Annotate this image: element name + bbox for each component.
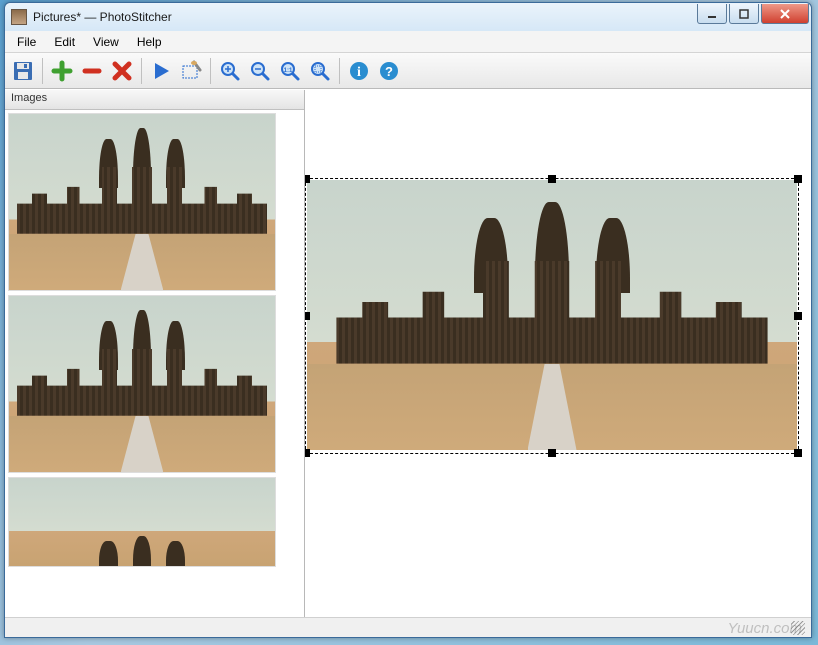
crop-handle-bl[interactable] bbox=[305, 449, 310, 457]
add-button[interactable] bbox=[48, 57, 76, 85]
window-controls bbox=[697, 4, 809, 24]
images-panel: Images bbox=[5, 90, 305, 617]
images-panel-header: Images bbox=[5, 90, 304, 110]
zoom-actual-icon: 1:1 bbox=[279, 60, 301, 82]
menu-file[interactable]: File bbox=[9, 33, 44, 51]
workarea: Images bbox=[5, 89, 811, 617]
canvas[interactable] bbox=[305, 90, 811, 617]
crop-button[interactable] bbox=[177, 57, 205, 85]
crop-handle-tm[interactable] bbox=[548, 175, 556, 183]
minus-icon bbox=[81, 60, 103, 82]
zoom-actual-button[interactable]: 1:1 bbox=[276, 57, 304, 85]
stitch-button[interactable] bbox=[147, 57, 175, 85]
thumbnail-item[interactable] bbox=[8, 113, 276, 291]
toolbar-separator bbox=[141, 58, 142, 84]
remove-button[interactable] bbox=[78, 57, 106, 85]
app-icon bbox=[11, 9, 27, 25]
thumbnail-list[interactable] bbox=[5, 110, 304, 617]
svg-text:?: ? bbox=[385, 64, 393, 79]
crop-handle-tr[interactable] bbox=[794, 175, 802, 183]
toolbar: 1:1 i ? bbox=[5, 53, 811, 89]
thumbnail-item[interactable] bbox=[8, 477, 276, 567]
resize-grip[interactable] bbox=[791, 621, 805, 635]
crop-handle-bm[interactable] bbox=[548, 449, 556, 457]
save-icon bbox=[12, 60, 34, 82]
zoom-fit-icon bbox=[309, 60, 331, 82]
crop-handle-mr[interactable] bbox=[794, 312, 802, 320]
titlebar[interactable]: Pictures* — PhotoStitcher bbox=[5, 3, 811, 31]
info-icon: i bbox=[348, 60, 370, 82]
zoom-fit-button[interactable] bbox=[306, 57, 334, 85]
statusbar bbox=[5, 617, 811, 637]
zoom-in-button[interactable] bbox=[216, 57, 244, 85]
svg-text:1:1: 1:1 bbox=[284, 68, 293, 74]
menu-view[interactable]: View bbox=[85, 33, 127, 51]
save-button[interactable] bbox=[9, 57, 37, 85]
minimize-button[interactable] bbox=[697, 4, 727, 24]
close-button[interactable] bbox=[761, 4, 809, 24]
x-icon bbox=[111, 60, 133, 82]
plus-icon bbox=[51, 60, 73, 82]
clear-button[interactable] bbox=[108, 57, 136, 85]
toolbar-separator bbox=[339, 58, 340, 84]
menubar: File Edit View Help bbox=[5, 31, 811, 53]
crop-handle-ml[interactable] bbox=[305, 312, 310, 320]
info-button[interactable]: i bbox=[345, 57, 373, 85]
menu-help[interactable]: Help bbox=[129, 33, 170, 51]
toolbar-separator bbox=[210, 58, 211, 84]
help-button[interactable]: ? bbox=[375, 57, 403, 85]
crop-handle-br[interactable] bbox=[794, 449, 802, 457]
crop-handle-tl[interactable] bbox=[305, 175, 310, 183]
maximize-button[interactable] bbox=[729, 4, 759, 24]
app-window: Pictures* — PhotoStitcher File Edit View… bbox=[4, 2, 812, 638]
zoom-in-icon bbox=[219, 60, 241, 82]
zoom-out-icon bbox=[249, 60, 271, 82]
thumbnail-item[interactable] bbox=[8, 295, 276, 473]
play-icon bbox=[150, 60, 172, 82]
help-icon: ? bbox=[378, 60, 400, 82]
window-title: Pictures* — PhotoStitcher bbox=[33, 10, 691, 24]
menu-edit[interactable]: Edit bbox=[46, 33, 83, 51]
crop-icon bbox=[180, 60, 202, 82]
crop-selection[interactable] bbox=[305, 178, 799, 454]
zoom-out-button[interactable] bbox=[246, 57, 274, 85]
toolbar-separator bbox=[42, 58, 43, 84]
svg-text:i: i bbox=[357, 65, 361, 80]
